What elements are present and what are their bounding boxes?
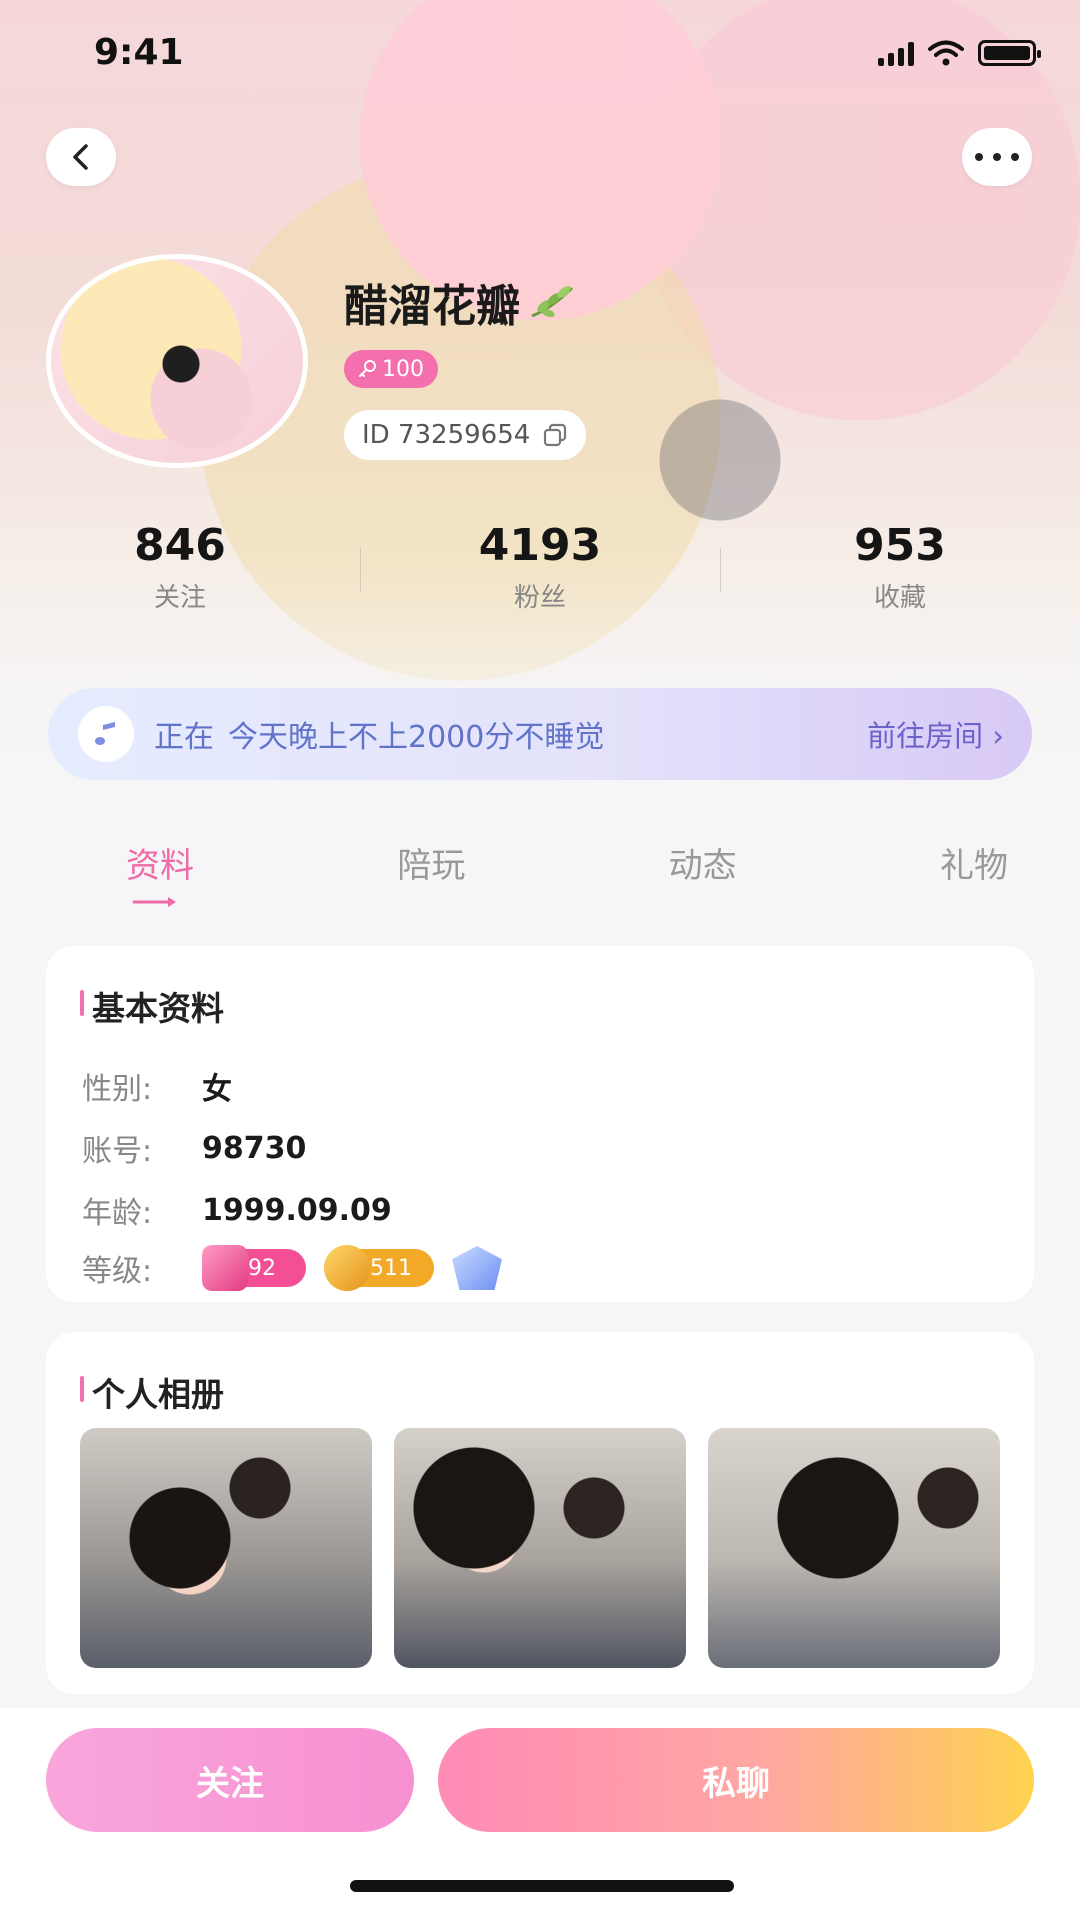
stat-label: 收藏 <box>873 582 926 613</box>
tab-active-indicator <box>132 897 176 907</box>
album-photo[interactable] <box>708 1428 1000 1668</box>
wifi-icon <box>928 40 964 66</box>
more-dots-icon <box>975 153 1019 161</box>
age-label: 年龄: <box>82 1196 153 1231</box>
status-icons <box>878 40 1041 66</box>
private-chat-button[interactable]: 私聊 <box>438 1728 1034 1832</box>
music-note-icon <box>78 706 134 762</box>
badge-value: 511 <box>370 1255 412 1281</box>
gender-label: 性别: <box>82 1072 153 1107</box>
key-icon <box>359 360 376 377</box>
level-badges: 92 511 <box>202 1245 502 1291</box>
charm-level-badge: 511 <box>324 1245 434 1291</box>
tab-gifts[interactable]: 礼物 <box>924 838 1024 918</box>
more-button[interactable] <box>962 128 1032 186</box>
nickname-row: 醋溜花瓣 <box>344 270 578 334</box>
crystal-rank-icon <box>452 1246 502 1290</box>
status-time: 9:41 <box>94 32 184 73</box>
chevron-left-icon <box>73 144 88 170</box>
stat-label: 粉丝 <box>513 582 566 613</box>
room-name: 今天晚上不上2000分不睡觉 <box>228 720 605 755</box>
album-photo[interactable] <box>80 1428 372 1668</box>
tab-moments[interactable]: 动态 <box>653 838 753 918</box>
age-row: 年龄: 1999.09.09 <box>82 1188 392 1232</box>
profile-tabs: 资料 陪玩 动态 礼物 <box>0 838 1080 918</box>
status-bar: 9:41 <box>0 0 1080 110</box>
age-value: 1999.09.09 <box>202 1192 392 1228</box>
go-to-room-link[interactable]: 前往房间 › <box>867 713 1004 755</box>
tab-label: 陪玩 <box>397 846 466 886</box>
level-label: 等级: <box>82 1254 153 1289</box>
nickname: 醋溜花瓣 <box>344 281 520 332</box>
level-value: 100 <box>382 356 424 382</box>
stat-value: 953 <box>854 520 946 571</box>
home-indicator <box>350 1880 734 1892</box>
tab-label: 动态 <box>668 846 737 886</box>
wealth-level-badge: 92 <box>202 1245 306 1291</box>
gender-value: 女 <box>202 1072 232 1107</box>
cellular-signal-icon <box>878 42 914 66</box>
gender-row: 性别: 女 <box>82 1064 232 1108</box>
tab-profile[interactable]: 资料 <box>110 838 210 918</box>
album-photo[interactable] <box>394 1428 686 1668</box>
user-id: ID 73259654 <box>362 420 531 450</box>
level-badge: 100 <box>344 350 438 388</box>
copy-icon[interactable] <box>542 422 568 448</box>
stat-favorites[interactable]: 953 收藏 <box>720 520 1080 620</box>
bottom-action-bar: 关注 私聊 <box>0 1708 1080 1920</box>
room-status-prefix: 正在 <box>154 720 214 755</box>
back-button[interactable] <box>46 128 116 186</box>
follow-button[interactable]: 关注 <box>46 1728 414 1832</box>
stat-value: 846 <box>134 520 226 571</box>
avatar[interactable] <box>46 254 308 468</box>
tab-label: 礼物 <box>939 846 1008 886</box>
stat-following[interactable]: 846 关注 <box>0 520 360 620</box>
album-card: 个人相册 <box>46 1332 1034 1694</box>
level-row: 等级: 92 511 <box>82 1245 502 1291</box>
tab-label: 资料 <box>126 846 194 886</box>
profile-stats: 846 关注 4193 粉丝 953 收藏 <box>0 520 1080 620</box>
account-row: 账号: 98730 <box>82 1126 306 1170</box>
stat-label: 关注 <box>153 582 206 613</box>
stat-fans[interactable]: 4193 粉丝 <box>360 520 720 620</box>
user-id-pill[interactable]: ID 73259654 <box>344 410 587 460</box>
card-title: 基本资料 <box>80 982 224 1030</box>
album-photos <box>80 1428 1000 1668</box>
stat-value: 4193 <box>478 520 602 571</box>
live-room-banner[interactable]: 正在 今天晚上不上2000分不睡觉 前往房间 › <box>48 688 1032 780</box>
battery-icon <box>978 40 1041 66</box>
leaf-icon <box>531 286 574 318</box>
tab-companion[interactable]: 陪玩 <box>381 838 481 918</box>
charm-emblem-icon <box>324 1245 370 1291</box>
wealth-emblem-icon <box>202 1245 248 1291</box>
account-label: 账号: <box>82 1134 153 1169</box>
account-value: 98730 <box>202 1130 307 1166</box>
card-title: 个人相册 <box>80 1368 224 1416</box>
basic-info-card: 基本资料 性别: 女 账号: 98730 年龄: 1999.09.09 等级: … <box>46 946 1034 1302</box>
badge-value: 92 <box>248 1255 276 1281</box>
